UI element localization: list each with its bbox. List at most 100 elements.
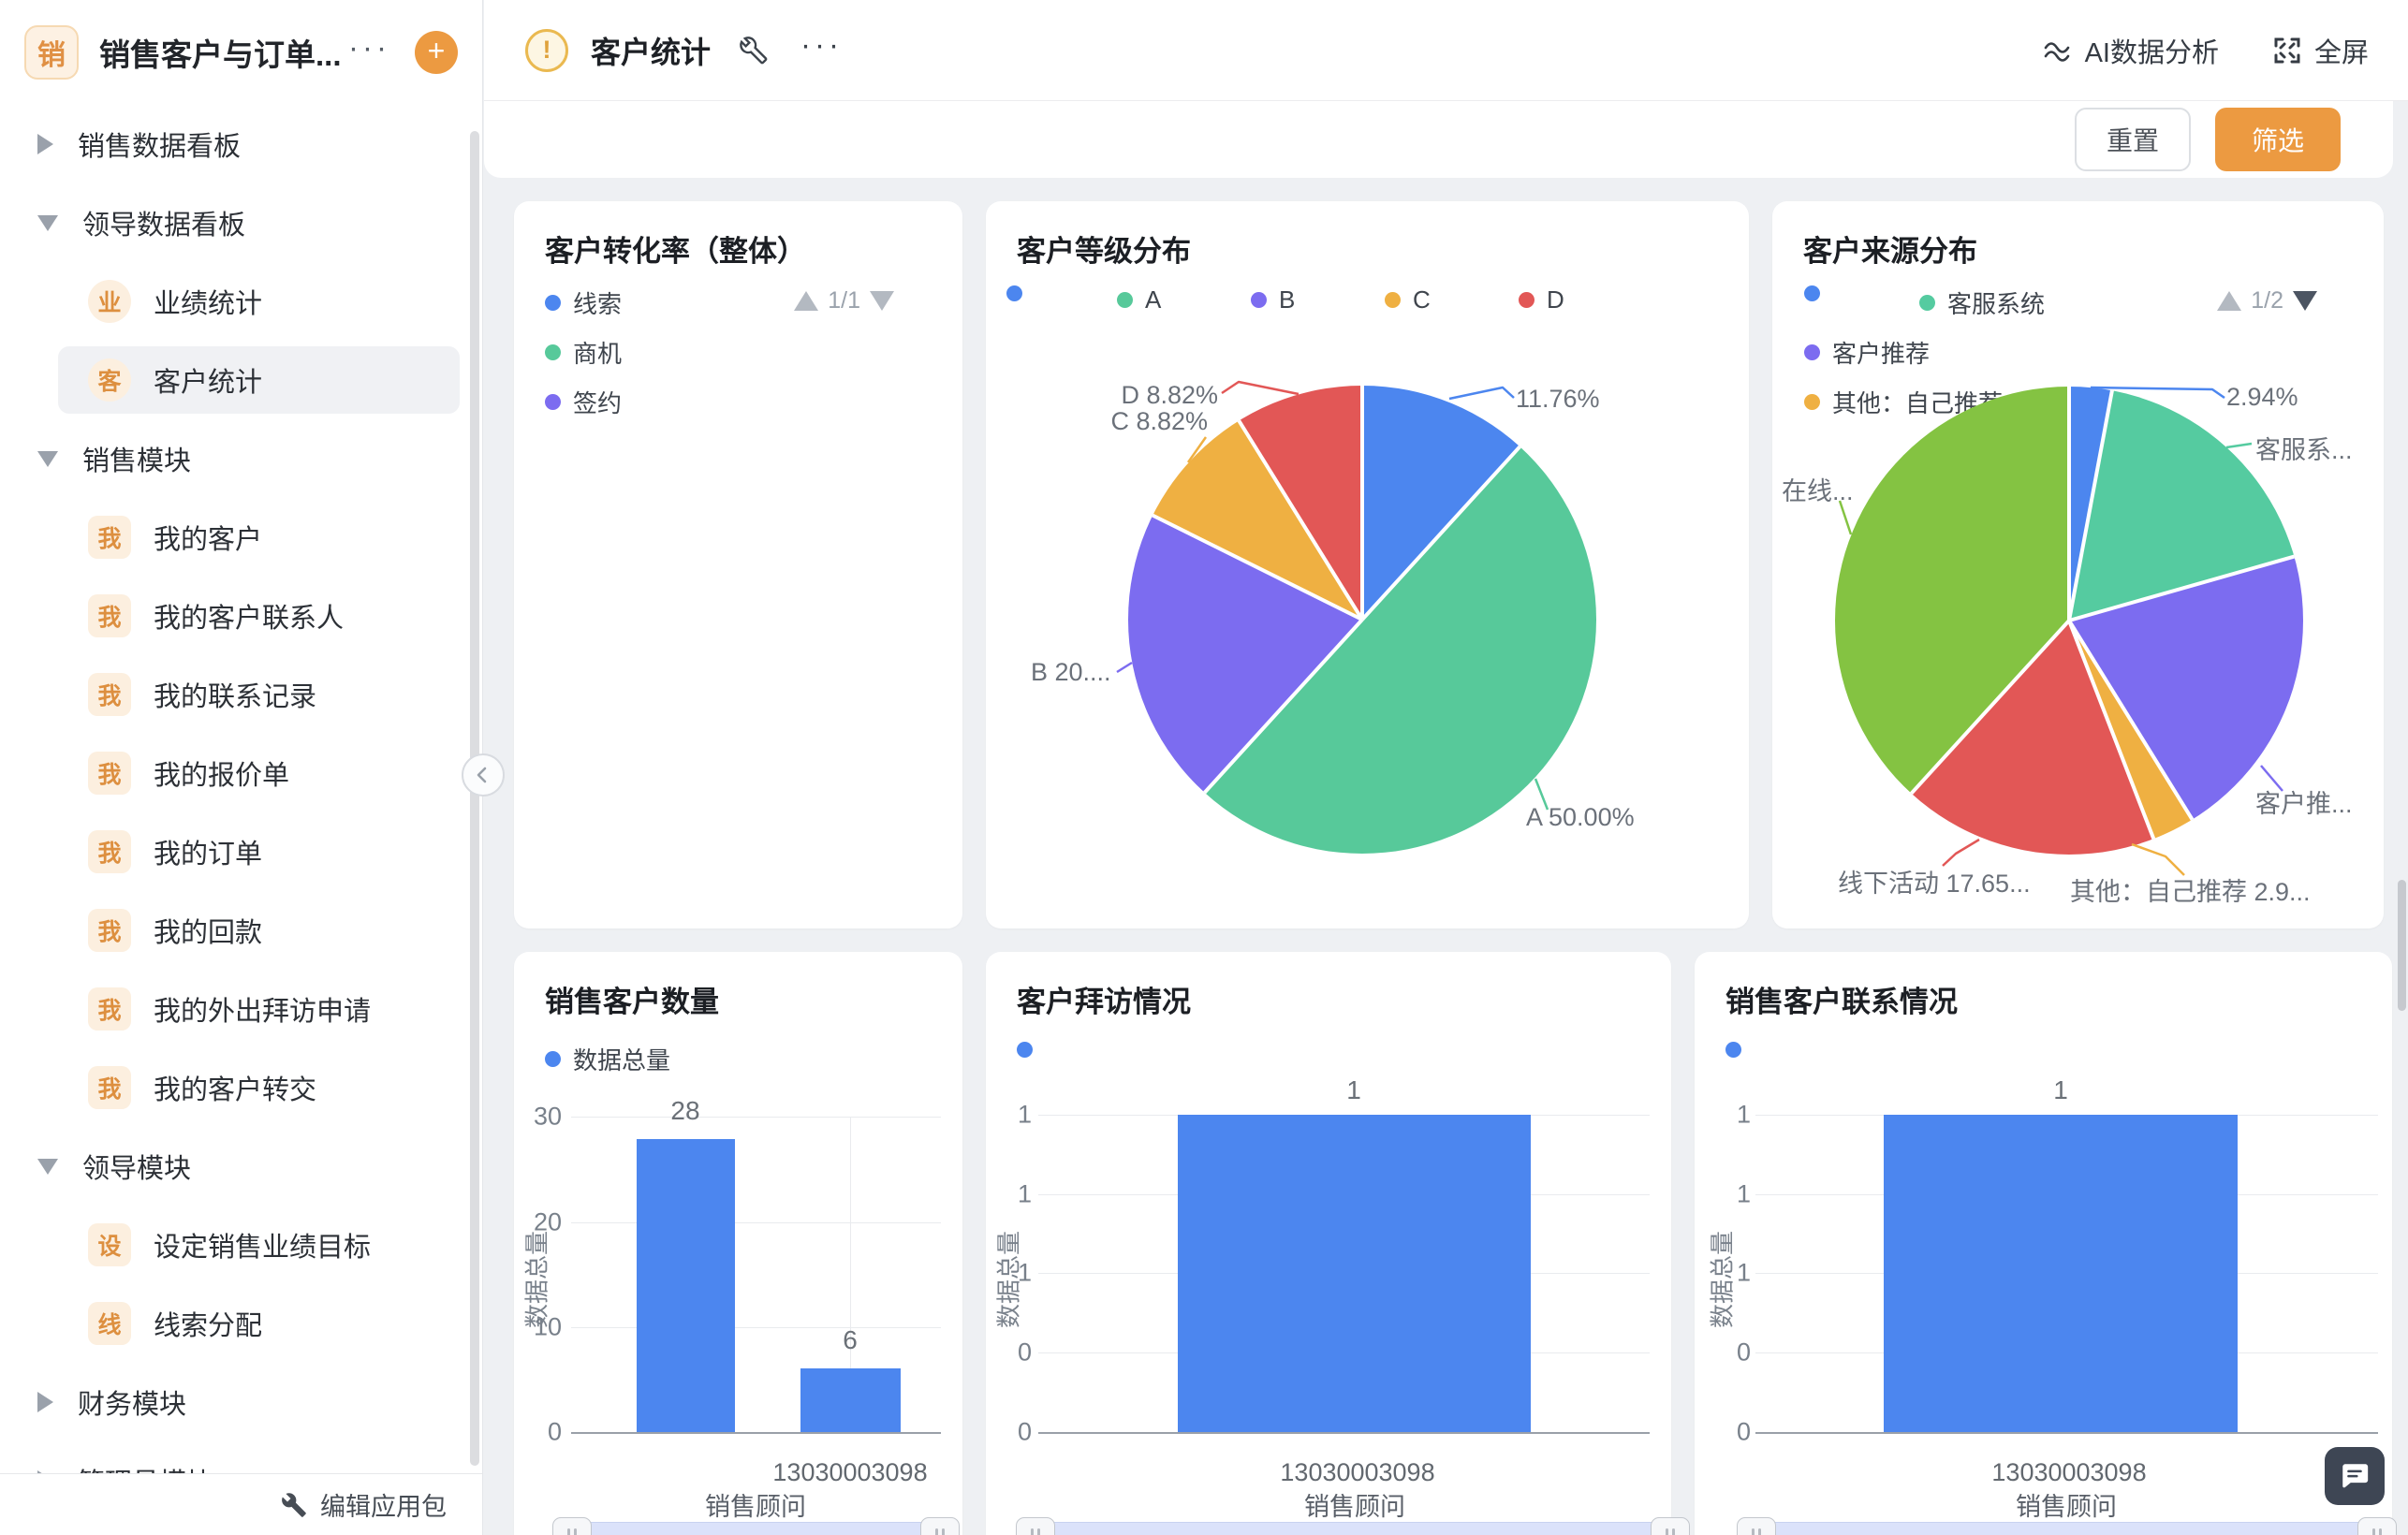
legend-label: 数据总量 [573, 1042, 670, 1076]
caret-right-icon[interactable] [37, 1392, 53, 1412]
sidebar-item-设定销售业绩目标[interactable]: 设设定销售业绩目标 [0, 1206, 482, 1284]
more-icon[interactable]: ··· [348, 30, 390, 66]
legend-item-数据总量[interactable]: 数据总量 [545, 1042, 670, 1076]
legend-dot [1804, 394, 1820, 410]
sidebar-collapse-button[interactable] [462, 753, 505, 797]
sidebar-item-我的联系记录[interactable]: 我我的联系记录 [0, 655, 482, 734]
item-glyph-icon: 业 [88, 280, 131, 323]
legend-dot [1006, 285, 1022, 301]
sidebar-item-我的回款[interactable]: 我我的回款 [0, 891, 482, 970]
sidebar-section-领导模块[interactable]: 领导模块 [0, 1127, 482, 1206]
legend-item-B[interactable]: B [1251, 285, 1295, 314]
sidebar-footer: 编辑应用包 [0, 1473, 482, 1535]
item-glyph-icon: 我 [88, 830, 131, 873]
legend-dot [1804, 285, 1820, 301]
datazoom-left-handle[interactable] [1737, 1517, 1776, 1535]
card-title: 客户来源分布 [1803, 227, 1977, 270]
datazoom-left-handle[interactable] [552, 1517, 592, 1535]
pager-down-icon[interactable] [870, 291, 894, 311]
sidebar-section-管理员模块[interactable]: 管理员模块 [0, 1441, 482, 1473]
sidebar-item-我的客户转交[interactable]: 我我的客户转交 [0, 1048, 482, 1127]
legend-item-unnamed[interactable] [1006, 285, 1022, 301]
sidebar-item-我的客户[interactable]: 我我的客户 [0, 498, 482, 577]
legend-label: 线索 [573, 285, 622, 320]
y-tick-label: 1 [1737, 1180, 1751, 1209]
bar[interactable] [800, 1368, 901, 1432]
y-axis-name: 数据总量 [1704, 1231, 1739, 1328]
configure-button[interactable] [739, 36, 769, 66]
bar-value-label: 1 [2053, 1075, 2068, 1105]
legend-item-客户推荐[interactable]: 客户推荐 [1804, 335, 1930, 370]
datazoom-right-handle[interactable] [1651, 1517, 1690, 1535]
pie-chart[interactable] [1835, 387, 2303, 855]
page-scrollbar[interactable] [2398, 880, 2406, 1011]
legend-item-unnamed[interactable] [1725, 1042, 1741, 1058]
filter-strip: 重置 筛选 [484, 101, 2393, 178]
bar[interactable] [1178, 1115, 1531, 1432]
datazoom-left-handle[interactable] [1016, 1517, 1055, 1535]
datazoom-right-handle[interactable] [920, 1517, 960, 1535]
sidebar-item-我的外出拜访申请[interactable]: 我我的外出拜访申请 [0, 970, 482, 1048]
pie-leader-line [1222, 382, 1299, 394]
caret-right-icon[interactable] [37, 1470, 53, 1473]
legend-item-D[interactable]: D [1519, 285, 1564, 314]
app-window: 销 销售客户与订单... ··· + 销售数据看板领导数据看板业业绩统计客客户统… [0, 0, 2408, 1535]
legend-item-C[interactable]: C [1385, 285, 1431, 314]
bar-value-label: 6 [843, 1325, 858, 1355]
fullscreen-button[interactable]: 全屏 [2271, 31, 2369, 70]
reset-button[interactable]: 重置 [2075, 108, 2191, 171]
datazoom-slider[interactable] [1755, 1522, 2378, 1535]
legend-item-商机[interactable]: 商机 [545, 335, 622, 370]
pie-chart[interactable] [1128, 386, 1596, 854]
sidebar-item-我的客户联系人[interactable]: 我我的客户联系人 [0, 577, 482, 655]
pie-label: 2.94% [2226, 383, 2298, 412]
caret-down-icon[interactable] [37, 451, 58, 467]
sidebar-item-我的订单[interactable]: 我我的订单 [0, 812, 482, 891]
legend-item-unnamed[interactable] [1017, 1042, 1033, 1058]
pie-label: 其他：自己推荐 2.9... [2070, 871, 2311, 908]
pager-up-icon[interactable] [794, 291, 818, 311]
pie-label: 线下活动 17.65... [1838, 863, 2031, 899]
legend-item-客服系统[interactable]: 客服系统 [1919, 285, 2045, 320]
legend-label: 客户推荐 [1832, 335, 1930, 370]
y-tick-label: 1 [1018, 1101, 1032, 1130]
datazoom-right-handle[interactable] [2357, 1517, 2397, 1535]
edit-app-package-button[interactable]: 编辑应用包 [320, 1486, 447, 1523]
x-axis-name: 销售顾问 [1304, 1486, 1405, 1523]
sidebar-section-领导数据看板[interactable]: 领导数据看板 [0, 183, 482, 262]
card-title: 客户拜访情况 [1017, 978, 1191, 1020]
sidebar-scrollbar[interactable] [470, 131, 479, 1466]
filter-button[interactable]: 筛选 [2215, 108, 2341, 171]
sidebar-section-销售模块[interactable]: 销售模块 [0, 419, 482, 498]
caret-down-icon[interactable] [37, 1159, 58, 1175]
sidebar-item-业绩统计[interactable]: 业业绩统计 [0, 262, 482, 341]
sidebar-item-客户统计[interactable]: 客客户统计 [0, 341, 482, 419]
sidebar-item-线索分配[interactable]: 线线索分配 [0, 1284, 482, 1363]
sidebar-item-我的报价单[interactable]: 我我的报价单 [0, 734, 482, 812]
caret-down-icon[interactable] [37, 215, 58, 231]
pager-up-icon[interactable] [2217, 291, 2241, 311]
label: 客户统计 [154, 360, 262, 400]
legend-item-unnamed[interactable] [1804, 285, 1820, 301]
sidebar-section-销售数据看板[interactable]: 销售数据看板 [0, 105, 482, 183]
legend-item-线索[interactable]: 线索 [545, 285, 622, 320]
y-tick-label: 0 [1737, 1418, 1751, 1447]
pie-label: A 50.00% [1526, 803, 1635, 832]
bar[interactable] [637, 1139, 735, 1432]
pie-label: B 20.... [1031, 658, 1111, 687]
item-glyph-icon: 我 [88, 516, 131, 559]
more-icon[interactable]: ··· [800, 27, 843, 74]
add-button[interactable]: + [415, 31, 458, 74]
sidebar-section-财务模块[interactable]: 财务模块 [0, 1363, 482, 1441]
ai-analysis-button[interactable]: AI数据分析 [2040, 31, 2219, 70]
legend-item-A[interactable]: A [1117, 285, 1161, 314]
pager-down-icon[interactable] [2293, 291, 2317, 311]
legend-item-签约[interactable]: 签约 [545, 385, 622, 419]
chat-widget-button[interactable] [2325, 1447, 2385, 1505]
bar[interactable] [1884, 1115, 2238, 1432]
datazoom-slider[interactable] [571, 1522, 941, 1535]
legend-dot [1251, 292, 1267, 308]
datazoom-slider[interactable] [1035, 1522, 1671, 1535]
caret-right-icon[interactable] [37, 134, 53, 154]
legend-dot [1725, 1042, 1741, 1058]
